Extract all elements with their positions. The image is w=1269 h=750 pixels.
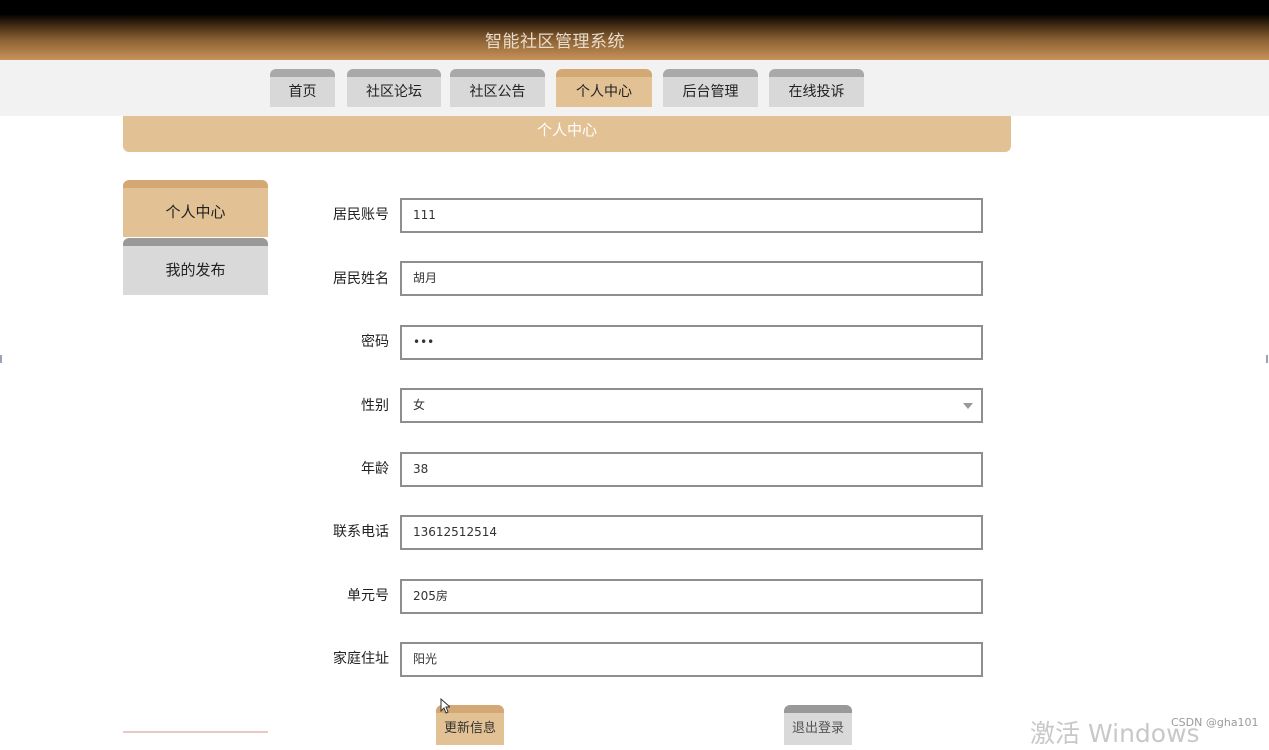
unit-label: 单元号: [347, 588, 389, 604]
gender-select[interactable]: 女: [400, 388, 983, 423]
right-edge-marker: [1266, 355, 1268, 363]
phone-field[interactable]: 13612512514: [400, 515, 983, 550]
tab-personal-center[interactable]: 个人中心: [556, 69, 652, 107]
name-label: 居民姓名: [333, 271, 389, 287]
mouse-cursor-icon: [440, 698, 450, 714]
address-label: 家庭住址: [333, 651, 389, 667]
tab-forum[interactable]: 社区论坛: [347, 69, 441, 107]
top-header-bar: 智能社区管理系统: [0, 0, 1269, 60]
section-title: 个人中心: [123, 116, 1011, 152]
phone-label: 联系电话: [333, 524, 389, 540]
chevron-down-icon: [963, 403, 973, 409]
tab-home[interactable]: 首页: [270, 69, 335, 107]
password-field[interactable]: •••: [400, 325, 983, 360]
gender-label: 性别: [361, 398, 389, 414]
sidebar-item-personal-center[interactable]: 个人中心: [123, 180, 268, 237]
gender-select-value: 女: [413, 398, 426, 412]
left-edge-marker: [0, 355, 2, 363]
tab-admin[interactable]: 后台管理: [663, 69, 758, 107]
csdn-credit: CSDN @gha101: [1171, 716, 1259, 729]
age-field[interactable]: 38: [400, 452, 983, 487]
account-field[interactable]: 111: [400, 198, 983, 233]
account-label: 居民账号: [333, 207, 389, 223]
password-label: 密码: [361, 334, 389, 350]
sidebar-item-my-posts[interactable]: 我的发布: [123, 238, 268, 295]
app-title: 智能社区管理系统: [485, 32, 625, 52]
tab-complaints[interactable]: 在线投诉: [769, 69, 864, 107]
unit-field[interactable]: 205房: [400, 579, 983, 614]
name-field[interactable]: 胡月: [400, 261, 983, 296]
sidebar-divider: [123, 731, 268, 733]
address-field[interactable]: 阳光: [400, 642, 983, 677]
age-label: 年龄: [361, 461, 389, 477]
tab-announcements[interactable]: 社区公告: [450, 69, 545, 107]
logout-button[interactable]: 退出登录: [784, 705, 852, 745]
